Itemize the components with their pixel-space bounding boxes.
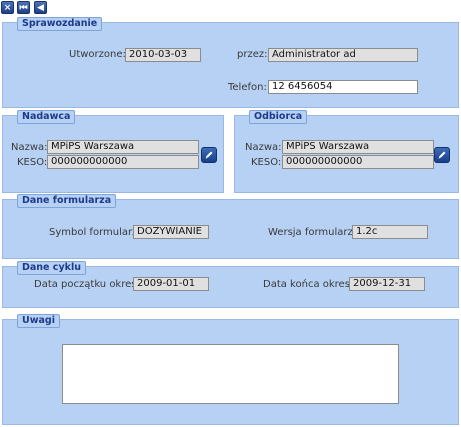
form-symbol-field[interactable]: DOŻYWIANIE <box>133 225 209 239</box>
period-end-label: Data końca okresu: <box>263 279 360 290</box>
section-title-sprawozdanie: Sprawozdanie <box>17 17 103 31</box>
phone-label: Telefon: <box>228 82 267 93</box>
recipient-edit-button[interactable] <box>434 147 450 163</box>
form-version-field[interactable]: 1.2c <box>352 225 428 239</box>
first-record-icon[interactable]: ⏮ <box>17 1 30 14</box>
created-by-label: przez: <box>237 49 268 60</box>
sender-edit-button[interactable] <box>201 147 217 163</box>
sender-name-field[interactable]: MPiPS Warszawa <box>47 140 199 154</box>
notes-textarea[interactable] <box>62 344 399 404</box>
recipient-name-label: Nazwa: <box>245 142 282 153</box>
sender-keso-field[interactable]: 000000000000 <box>47 155 199 169</box>
sender-name-label: Nazwa: <box>11 142 48 153</box>
created-label: Utworzone: <box>69 49 126 60</box>
section-title-formularz: Dane formularza <box>17 194 117 208</box>
section-uwagi: Uwagi <box>2 314 459 425</box>
created-field[interactable]: 2010-03-03 <box>125 48 201 62</box>
phone-input[interactable]: 12 6456054 <box>268 80 418 94</box>
toolbar: × ⏮ ◀ <box>0 0 461 16</box>
previous-record-icon[interactable]: ◀ <box>34 1 47 14</box>
section-sprawozdanie: Sprawozdanie Utworzone: 2010-03-03 przez… <box>2 17 459 108</box>
section-title-nadawca: Nadawca <box>17 110 76 124</box>
period-start-field[interactable]: 2009-01-01 <box>133 277 209 291</box>
created-by-field[interactable]: Administrator ad <box>268 48 418 62</box>
section-title-cykl: Dane cyklu <box>17 261 86 275</box>
section-nadawca: Nadawca Nazwa: MPiPS Warszawa KESO: 0000… <box>2 110 224 193</box>
recipient-keso-label: KESO: <box>251 157 282 168</box>
form-version-label: Wersja formularza: <box>268 227 363 238</box>
section-dane-cyklu: Dane cyklu Data początku okresu: 2009-01… <box>2 261 459 308</box>
period-start-label: Data początku okresu: <box>34 279 147 290</box>
pencil-icon <box>438 151 446 159</box>
period-end-field[interactable]: 2009-12-31 <box>349 277 425 291</box>
sender-keso-label: KESO: <box>17 157 48 168</box>
pencil-icon <box>205 151 213 159</box>
recipient-name-field[interactable]: MPiPS Warszawa <box>282 140 434 154</box>
section-title-odbiorca: Odbiorca <box>249 110 308 124</box>
close-icon[interactable]: × <box>1 1 14 14</box>
section-title-uwagi: Uwagi <box>17 314 60 328</box>
recipient-keso-field[interactable]: 000000000000 <box>282 155 434 169</box>
section-dane-formularza: Dane formularza Symbol formularza: DOŻYW… <box>2 194 459 259</box>
section-odbiorca: Odbiorca Nazwa: MPiPS Warszawa KESO: 000… <box>234 110 459 193</box>
